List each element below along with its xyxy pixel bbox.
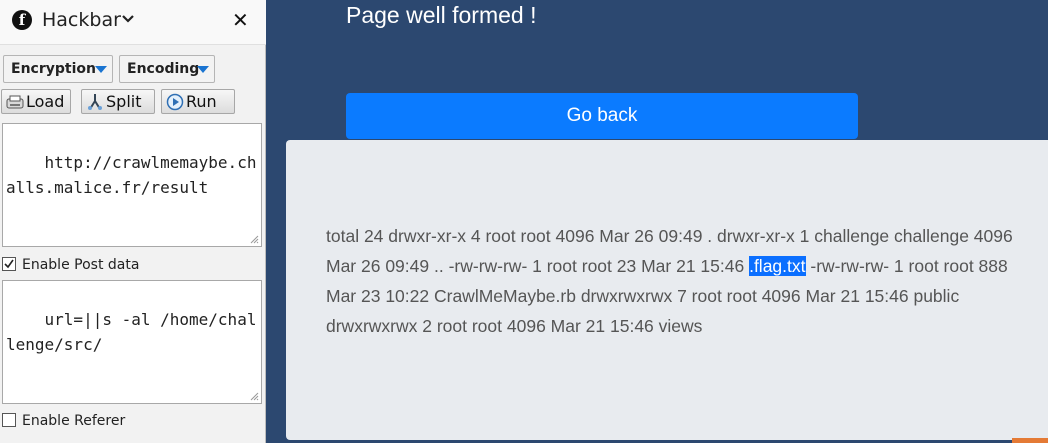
- run-icon: [166, 93, 184, 111]
- post-data-value: url=||s -al /home/challenge/src/: [6, 310, 257, 354]
- enable-referer-checkbox[interactable]: [2, 413, 16, 427]
- enable-post-checkbox[interactable]: [2, 257, 16, 271]
- resize-grip-icon[interactable]: [249, 391, 259, 401]
- enable-post-row[interactable]: Enable Post data: [2, 256, 202, 274]
- resize-grip-icon[interactable]: [249, 234, 259, 244]
- hackbar-sidebar: f Hackbar ✕ Encryption Encoding Load Spl…: [0, 0, 266, 443]
- run-button[interactable]: Run: [161, 89, 235, 114]
- go-back-button[interactable]: Go back: [346, 93, 858, 139]
- run-label: Run: [186, 92, 217, 111]
- enable-referer-row[interactable]: Enable Referer: [2, 412, 202, 430]
- command-output: total 24 drwxr-xr-x 4 root root 4096 Mar…: [326, 221, 1026, 341]
- load-icon: [6, 95, 24, 109]
- dropdown-arrow-icon: [95, 66, 107, 73]
- dropdown-arrow-icon: [197, 66, 209, 73]
- checkmark-icon: [4, 259, 14, 269]
- result-panel: total 24 drwxr-xr-x 4 root root 4096 Mar…: [286, 140, 1048, 440]
- load-label: Load: [26, 92, 65, 111]
- hackbar-title[interactable]: Hackbar: [42, 9, 121, 31]
- encoding-dropdown[interactable]: Encoding: [119, 55, 215, 83]
- split-label: Split: [106, 92, 142, 111]
- hackbar-logo-icon: f: [12, 10, 32, 30]
- corner-accent: [1012, 438, 1048, 443]
- output-selected-text: .flag.txt: [749, 256, 806, 276]
- split-button[interactable]: Split: [81, 89, 155, 114]
- encryption-label: Encryption: [11, 61, 96, 77]
- split-icon: [88, 94, 102, 110]
- hackbar-header: f Hackbar ✕: [0, 0, 266, 45]
- close-icon[interactable]: ✕: [232, 10, 249, 30]
- enable-post-label: Enable Post data: [22, 257, 140, 273]
- chevron-down-icon[interactable]: [121, 12, 135, 26]
- encryption-dropdown[interactable]: Encryption: [3, 55, 113, 83]
- page-title: Page well formed !: [346, 2, 537, 28]
- url-textarea[interactable]: http://crawlmemaybe.challs.malice.fr/res…: [2, 123, 262, 247]
- post-data-textarea[interactable]: url=||s -al /home/challenge/src/: [2, 280, 262, 404]
- load-button[interactable]: Load: [1, 89, 71, 114]
- encoding-label: Encoding: [127, 61, 200, 77]
- enable-referer-label: Enable Referer: [22, 413, 126, 429]
- url-value: http://crawlmemaybe.challs.malice.fr/res…: [6, 153, 257, 197]
